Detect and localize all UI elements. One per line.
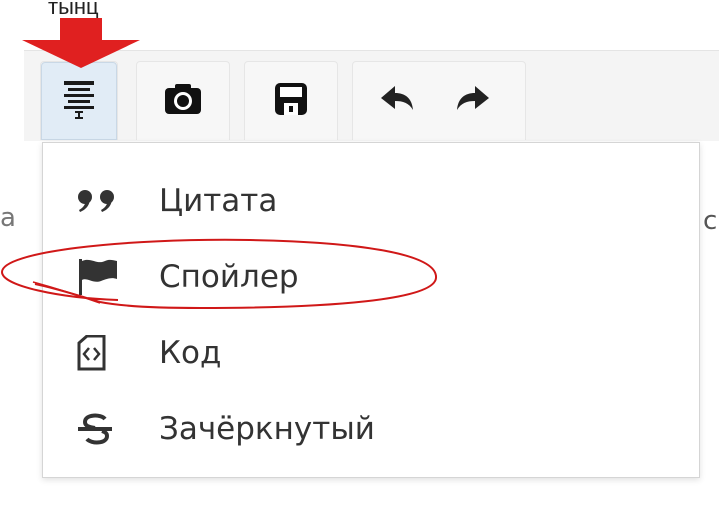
code-file-icon — [77, 333, 127, 373]
red-arrow-icon — [22, 18, 140, 72]
background-text-left: a — [0, 203, 14, 233]
camera-icon — [163, 82, 203, 120]
annotation-label: тынц — [48, 0, 99, 19]
insert-block-button[interactable] — [41, 62, 117, 140]
menu-item-strikethrough[interactable]: Зачёркнутый — [43, 391, 699, 467]
flag-icon — [77, 257, 127, 297]
insert-dropdown-menu: Цитата Спойлер Код Зачёркнутый — [42, 142, 700, 478]
undo-button[interactable] — [367, 62, 427, 140]
menu-label-code: Код — [159, 335, 222, 371]
menu-label-spoiler: Спойлер — [159, 259, 299, 295]
undo-icon — [379, 84, 415, 118]
toolbar-group-history — [352, 61, 526, 140]
toolbar-group-save — [244, 61, 338, 140]
save-button[interactable] — [261, 62, 321, 140]
redo-icon — [455, 84, 491, 118]
camera-button[interactable] — [153, 62, 213, 140]
quote-icon — [77, 181, 127, 221]
background-text-right: c — [703, 206, 718, 236]
menu-item-spoiler[interactable]: Спойлер — [43, 239, 699, 315]
save-icon — [273, 81, 309, 121]
toolbar-group-insert — [40, 61, 118, 140]
strikethrough-icon — [77, 409, 127, 449]
menu-label-strikethrough: Зачёркнутый — [159, 411, 375, 447]
menu-item-code[interactable]: Код — [43, 315, 699, 391]
insert-block-icon — [62, 79, 96, 123]
redo-button[interactable] — [443, 62, 503, 140]
menu-item-quote[interactable]: Цитата — [43, 163, 699, 239]
toolbar-group-media — [136, 61, 230, 140]
menu-label-quote: Цитата — [159, 183, 278, 219]
